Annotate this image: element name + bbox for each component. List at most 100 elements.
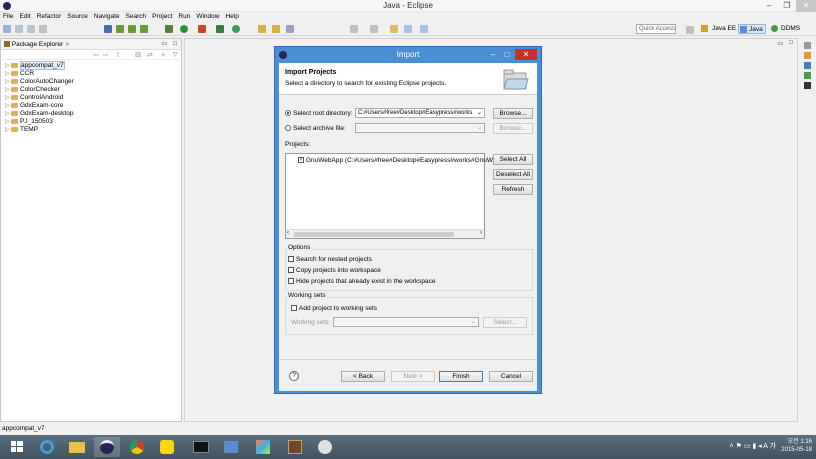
tree-item[interactable]: ▷ ColorChecker <box>1 86 181 94</box>
package-explorer-tab[interactable]: Package Explorer ✕ ▭ □ <box>1 39 181 50</box>
view-menu-icon[interactable]: ▽ <box>173 51 178 58</box>
new-icon[interactable] <box>3 25 11 33</box>
eclipse-taskbar-icon[interactable] <box>94 437 120 457</box>
project-checkbox[interactable]: ✓ <box>298 157 304 164</box>
prev-annotation-icon[interactable] <box>370 25 378 33</box>
menu-refactor[interactable]: Refactor <box>34 12 65 22</box>
clock[interactable]: 오전 1:16 2015-05-18 <box>781 438 812 454</box>
open-type-icon[interactable] <box>232 25 240 33</box>
editor-minimize-icon[interactable]: ▭ <box>777 40 783 47</box>
menu-run[interactable]: Run <box>175 12 193 22</box>
refresh-button[interactable]: Refresh <box>493 184 533 195</box>
open-perspective-icon[interactable] <box>686 26 694 34</box>
tree-item[interactable]: ▷ ColorAutoChanger <box>1 78 181 86</box>
avd-manager-icon[interactable] <box>116 25 124 33</box>
sdk-manager-icon[interactable] <box>104 25 112 33</box>
last-edit-icon[interactable] <box>390 25 398 33</box>
root-dir-combo[interactable]: C:#Users#free#Desktop#Easypress#works ⌄ <box>355 108 485 118</box>
ie-icon[interactable] <box>34 437 60 457</box>
archive-radio[interactable] <box>285 125 291 132</box>
perspective-ddms[interactable]: DDMS <box>770 24 802 34</box>
archive-browse-button[interactable]: Browse... <box>493 123 533 134</box>
dialog-close-button[interactable]: ✕ <box>515 49 537 60</box>
next-annotation-icon[interactable] <box>350 25 358 33</box>
tree-item[interactable]: ▷ PJ_150503 <box>1 118 181 126</box>
new-android-icon[interactable] <box>140 25 148 33</box>
start-button[interactable] <box>4 437 30 457</box>
dialog-minimize-button[interactable]: – <box>487 49 499 60</box>
copy-checkbox[interactable] <box>288 267 294 274</box>
outline-icon[interactable] <box>804 42 811 49</box>
menu-project[interactable]: Project <box>149 12 175 22</box>
editor-maximize-icon[interactable]: □ <box>789 40 793 46</box>
dialog-maximize-button[interactable]: □ <box>501 49 513 60</box>
tree-item[interactable]: ▷ GdxExam-core <box>1 102 181 110</box>
projects-list[interactable]: ✓ GnuWebApp (C:#Users#free#Desktop#Easypr… <box>285 153 493 239</box>
add-working-set-option[interactable]: Add project to working sets <box>291 305 377 312</box>
working-sets-combo[interactable]: ⌄ <box>333 317 479 327</box>
menu-navigate[interactable]: Navigate <box>91 12 123 22</box>
tree-item[interactable]: ▷ GdxExam-desktop <box>1 110 181 118</box>
network-tool-icon[interactable] <box>218 437 244 457</box>
ime-indicator[interactable]: 가 <box>770 443 776 450</box>
hide-checkbox[interactable] <box>288 278 294 285</box>
quick-access-input[interactable]: Quick Access <box>636 24 676 34</box>
finish-button[interactable]: Finish <box>439 371 483 382</box>
menu-edit[interactable]: Edit <box>16 12 33 22</box>
save-icon[interactable] <box>15 25 23 33</box>
collapse-all-icon[interactable]: ⊟ <box>135 51 141 59</box>
tree-item[interactable]: ▷ TEMP <box>1 126 181 134</box>
annotation-icon[interactable] <box>286 25 294 33</box>
save-all-icon[interactable] <box>27 25 35 33</box>
menu-source[interactable]: Source <box>64 12 91 22</box>
back-nav-icon[interactable]: ⇦ <box>93 51 99 59</box>
new-java-class-icon[interactable] <box>216 25 224 33</box>
file-explorer-icon[interactable] <box>64 437 90 457</box>
forward-nav-icon[interactable]: ⇨ <box>103 51 109 59</box>
copy-option[interactable]: Copy projects into workspace <box>288 267 381 274</box>
cmd-icon[interactable] <box>188 437 214 457</box>
minimize-button[interactable]: – <box>760 0 778 12</box>
minimize-view-icon[interactable]: ▭ <box>161 39 167 50</box>
next-button[interactable]: Next > <box>391 371 435 382</box>
back-icon[interactable] <box>404 25 412 33</box>
maximize-button[interactable]: ❐ <box>778 0 796 12</box>
debug-icon[interactable] <box>165 25 173 33</box>
close-button[interactable]: ✕ <box>796 0 816 12</box>
link-editor-icon[interactable]: ⇄ <box>147 51 153 59</box>
console-icon[interactable] <box>804 62 811 69</box>
paint-icon[interactable] <box>312 437 338 457</box>
back-button[interactable]: < Back <box>341 371 385 382</box>
network-icon[interactable]: ▮ <box>752 443 756 450</box>
chrome-icon[interactable] <box>124 437 150 457</box>
cancel-button[interactable]: Cancel <box>489 371 533 382</box>
close-tab-icon[interactable]: ✕ <box>65 42 70 48</box>
archive-option[interactable]: Select archive file: <box>285 125 346 132</box>
volume-icon[interactable]: ◂ <box>758 443 762 450</box>
menu-search[interactable]: Search <box>123 12 150 22</box>
focus-icon[interactable]: ⋄ <box>161 51 165 59</box>
open-folder-icon[interactable] <box>258 25 266 33</box>
maximize-view-icon[interactable]: □ <box>173 39 177 50</box>
problems-icon[interactable] <box>804 72 811 79</box>
browse-button[interactable]: Browse... <box>493 108 533 119</box>
list-item[interactable]: ✓ GnuWebApp (C:#Users#free#Desktop#Easypr… <box>298 157 493 164</box>
select-all-button[interactable]: Select All <box>493 154 533 165</box>
root-dir-option[interactable]: Select root directory: <box>285 110 353 117</box>
nested-checkbox[interactable] <box>288 256 294 263</box>
scrollbar-thumb[interactable] <box>294 232 454 237</box>
menu-window[interactable]: Window <box>193 12 222 22</box>
flag-icon[interactable]: ⚑ <box>736 443 742 450</box>
horizontal-scrollbar[interactable]: ‹ › <box>286 229 484 238</box>
select-working-sets-button[interactable]: Select... <box>483 317 527 328</box>
task-list-icon[interactable] <box>804 52 811 59</box>
tree-item[interactable]: ▷ CCR <box>1 70 181 78</box>
run-icon[interactable] <box>180 25 188 33</box>
scroll-left-icon[interactable]: ‹ <box>287 230 289 236</box>
tree-item[interactable]: ▷ ControlAndroid <box>1 94 181 102</box>
root-dir-radio[interactable] <box>285 110 291 117</box>
add-working-set-checkbox[interactable] <box>291 305 297 312</box>
perspective-java[interactable]: Java <box>738 24 766 34</box>
hide-option[interactable]: Hide projects that already exist in the … <box>288 278 435 285</box>
app-icon-game[interactable] <box>282 437 308 457</box>
